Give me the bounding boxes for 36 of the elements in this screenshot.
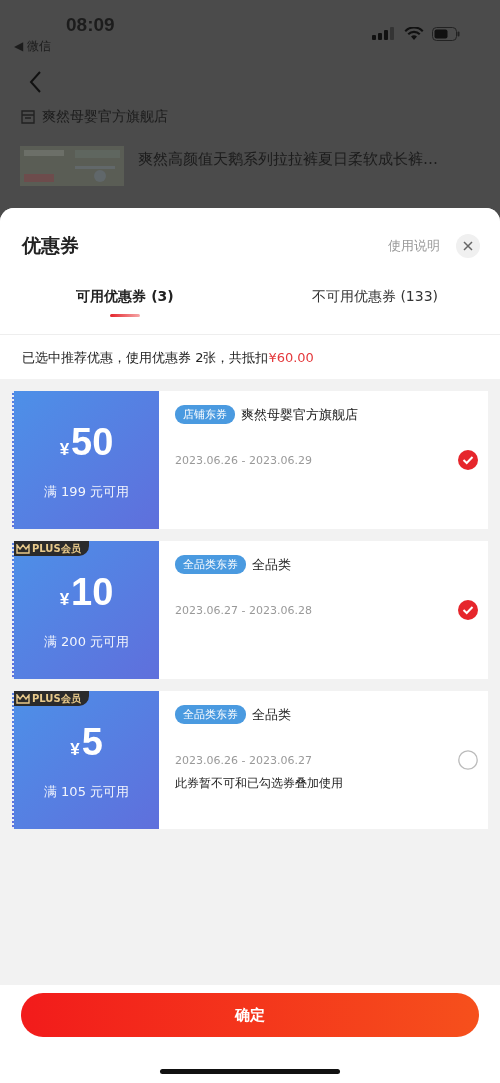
- coupon-tag: 全品类东券: [175, 555, 246, 574]
- coupon-value: ¥50: [59, 423, 114, 461]
- coupon-condition: 满 199 元可用: [43, 483, 130, 501]
- coupon-card[interactable]: PLUS会员 ¥10 满 200 元可用 全品类东券 全品类 2023.06.27 - 2023.06.28: [12, 541, 488, 679]
- sheet-title: 优惠券: [22, 233, 79, 258]
- checkbox-checked-icon[interactable]: [458, 600, 478, 620]
- coupon-scope: 全品类: [252, 705, 291, 724]
- coupon-card[interactable]: ¥50 满 199 元可用 店铺东券 爽然母婴官方旗舰店 2023.06.26 - 2023.06.29: [12, 391, 488, 529]
- checkbox-checked-icon[interactable]: [458, 450, 478, 470]
- coupon-value: ¥10: [59, 573, 114, 611]
- tab[interactable]: 可用优惠券 (3): [76, 284, 174, 310]
- coupon-card[interactable]: PLUS会员 ¥5 满 105 元可用 全品类东券 全品类 2023.06.26 - 2023.06.27 此券暂不可和已勾选券叠加使用: [12, 691, 488, 829]
- tab[interactable]: 不可用优惠券 (133): [311, 284, 439, 310]
- coupon-condition: 满 200 元可用: [43, 633, 130, 651]
- plus-member-badge: PLUS会员: [14, 691, 89, 706]
- coupon-scope: 全品类: [252, 555, 291, 574]
- checkbox-icon[interactable]: [458, 750, 478, 770]
- coupon-note: 此券暂不可和已勾选券叠加使用: [175, 775, 344, 792]
- close-button[interactable]: [456, 234, 480, 258]
- coupon-condition: 满 105 元可用: [43, 783, 130, 801]
- coupon-value: ¥5: [70, 723, 103, 761]
- signal-icon: [372, 27, 396, 41]
- plus-member-badge: PLUS会员: [14, 541, 89, 556]
- coupon-scope: 爽然母婴官方旗舰店: [241, 405, 358, 424]
- discount-summary: 已选中推荐优惠，使用优惠券 2张，共抵扣¥60.00: [0, 335, 500, 379]
- store-icon: [20, 109, 36, 125]
- confirm-button[interactable]: 确定: [21, 993, 479, 1037]
- wifi-icon: [404, 27, 424, 41]
- coupon-dates: 2023.06.26 - 2023.06.29: [175, 454, 313, 467]
- coupon-dates: 2023.06.27 - 2023.06.28: [175, 604, 313, 617]
- close-icon[interactable]: [463, 241, 473, 251]
- coupon-tag: 店铺东券: [175, 405, 235, 424]
- coupon-tag: 全品类东券: [175, 705, 246, 724]
- tab-indicator: [110, 314, 140, 317]
- coupon-dates: 2023.06.26 - 2023.06.27: [175, 754, 313, 767]
- battery-icon: [432, 27, 460, 41]
